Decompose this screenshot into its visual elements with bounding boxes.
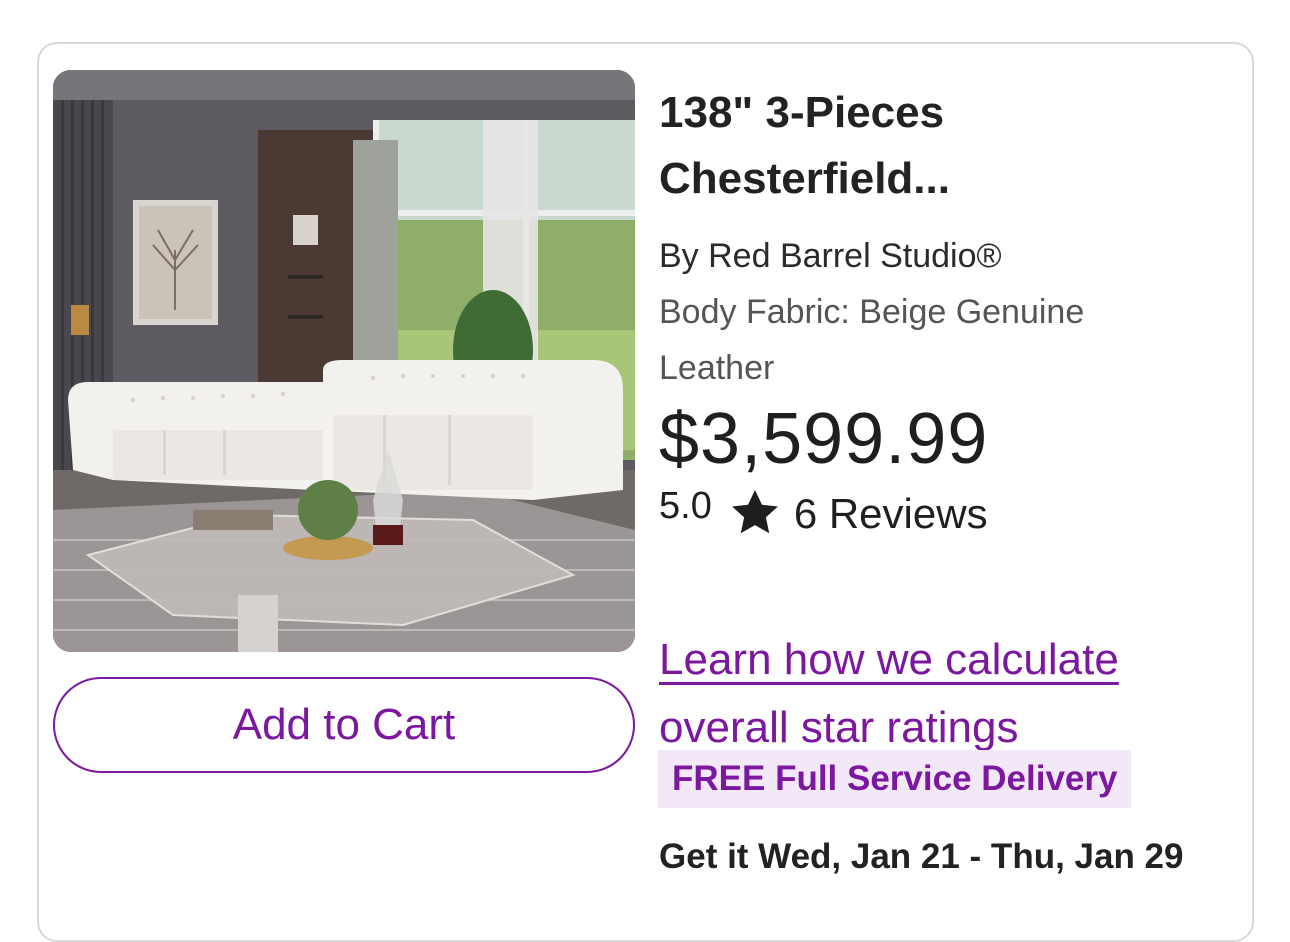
product-card[interactable]: Add to Cart 138" 3-Pieces Chesterfield..… (37, 42, 1254, 942)
product-title-line-1: 138" 3-Pieces (659, 88, 945, 137)
product-image[interactable] (53, 70, 635, 652)
product-price: $3,599.99 (659, 399, 989, 479)
rating-row[interactable]: 5.0 6 Reviews (659, 482, 1239, 542)
add-to-cart-button[interactable]: Add to Cart (53, 677, 635, 773)
star-icon (731, 490, 778, 534)
sofa-photo-illustration (53, 70, 635, 652)
product-title[interactable]: 138" 3-Pieces Chesterfield... (659, 80, 1239, 212)
delivery-eta: Get it Wed, Jan 21 - Thu, Jan 29 (659, 837, 1184, 876)
variant-line-2: Leather (659, 349, 775, 387)
product-info: 138" 3-Pieces Chesterfield... By Red Bar… (659, 80, 1239, 542)
product-title-line-2: Chesterfield... (659, 154, 950, 203)
variant-line-1: Body Fabric: Beige Genuine (659, 293, 1085, 331)
learn-rating-link[interactable]: Learn how we calculate overall star rati… (659, 626, 1249, 762)
review-count: 6 Reviews (793, 490, 988, 537)
free-delivery-badge: FREE Full Service Delivery (658, 750, 1132, 808)
brand-name: By Red Barrel Studio® (659, 237, 1002, 275)
rating-value: 5.0 (659, 485, 712, 527)
